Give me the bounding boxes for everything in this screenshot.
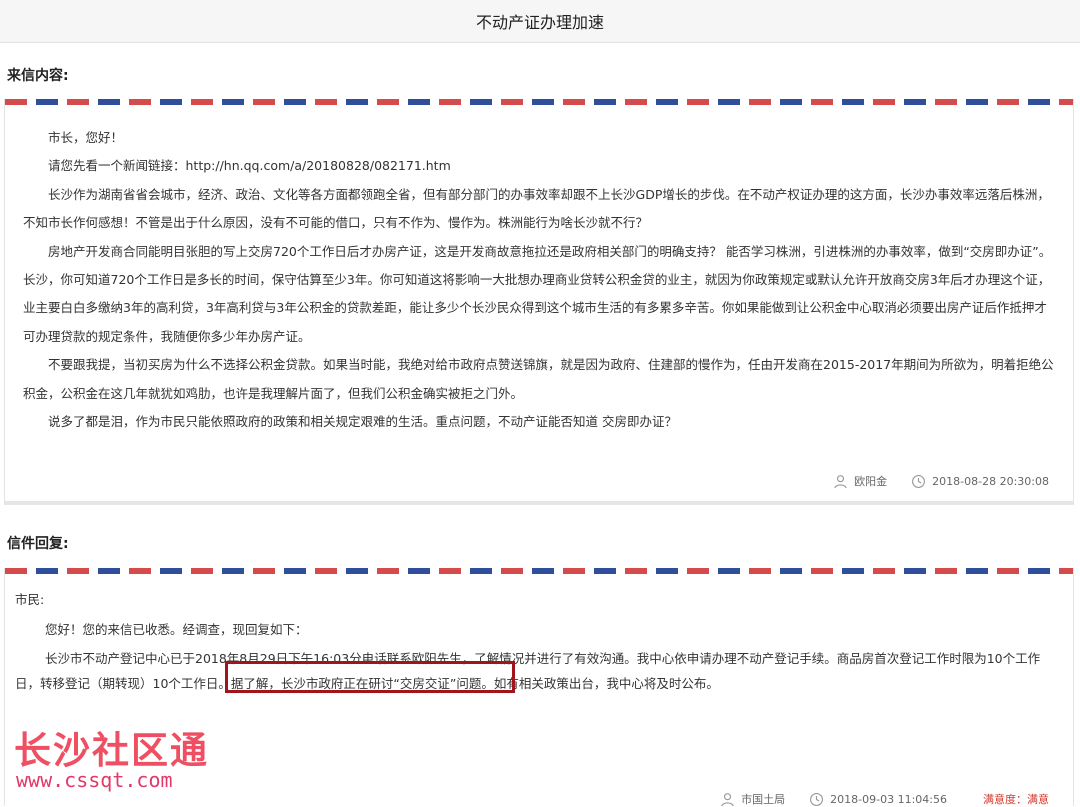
letter-greeting: 市长，您好！ xyxy=(48,130,124,145)
letter-content: 市长，您好！ 请您先看一个新闻链接：http://hn.qq.com/a/201… xyxy=(5,105,1073,436)
page-header: 不动产证办理加速 xyxy=(0,0,1080,43)
clock-icon xyxy=(810,792,824,806)
letter-meta: 欧阳金 2018-08-28 20:30:08 xyxy=(809,473,1049,489)
letter-section-label: 来信内容: xyxy=(7,68,69,84)
letter-time: 2018-08-28 20:30:08 xyxy=(911,474,1049,489)
letter-box-shadow xyxy=(4,501,1074,505)
satisfaction-value: 满意 xyxy=(1027,793,1049,806)
reply-author: 市国土局 xyxy=(720,791,785,807)
watermark: 长沙社区通 www.cssqt.com xyxy=(14,729,209,792)
watermark-url: www.cssqt.com xyxy=(16,768,173,792)
reply-section-label: 信件回复: xyxy=(7,536,69,552)
reply-content: 市民: 您好！您的来信已收悉。经调查，现回复如下： 长沙市不动产登记中心已于20… xyxy=(5,574,1073,696)
letter-author-name: 欧阳金 xyxy=(854,475,888,488)
reply-author-name: 市国土局 xyxy=(741,793,786,806)
page-title: 不动产证办理加速 xyxy=(475,13,604,32)
satisfaction: 满意度：满意 xyxy=(983,791,1049,807)
reply-datetime: 2018-09-03 11:04:56 xyxy=(830,792,947,806)
user-icon xyxy=(721,792,734,806)
letter-paragraph: 房地产开发商合同能明目张胆的写上交房720个工作日后才办房产证，这是开发商故意拖… xyxy=(23,243,1052,344)
letter-author: 欧阳金 xyxy=(833,473,887,489)
reply-salutation: 市民: xyxy=(15,592,45,607)
reply-paragraph: 长沙市不动产登记中心已于2018年8月29日下午16:03分电话联系欧阳先生，了… xyxy=(15,651,1041,691)
letter-box: 市长，您好！ 请您先看一个新闻链接：http://hn.qq.com/a/201… xyxy=(4,99,1074,501)
user-icon xyxy=(834,474,847,488)
clock-icon xyxy=(912,474,926,488)
reply-time: 2018-09-03 11:04:56 xyxy=(809,792,947,807)
reply-meta: 市国土局 2018-09-03 11:04:56 满意度：满意 xyxy=(696,791,1049,807)
letter-paragraph: 不要跟我提，当初买房为什么不选择公积金贷款。如果当时能，我绝对给市政府点赞送锦旗… xyxy=(23,357,1054,401)
letter-datetime: 2018-08-28 20:30:08 xyxy=(932,474,1049,488)
letter-paragraph: 说多了都是泪，作为市民只能依照政府的政策和相关规定艰难的生活。重点问题，不动产证… xyxy=(48,414,677,430)
reply-paragraph: 您好！您的来信已收悉。经调查，现回复如下： xyxy=(45,622,308,637)
highlight-box xyxy=(225,661,515,693)
watermark-title: 长沙社区通 xyxy=(14,729,209,772)
letter-paragraph: 请您先看一个新闻链接：http://hn.qq.com/a/20180828/0… xyxy=(48,158,451,174)
letter-paragraph: 长沙作为湖南省省会城市，经济、政治、文化等各方面都领跑全省，但有部分部门的办事效… xyxy=(23,186,1050,231)
satisfaction-label: 满意度： xyxy=(983,793,1027,806)
